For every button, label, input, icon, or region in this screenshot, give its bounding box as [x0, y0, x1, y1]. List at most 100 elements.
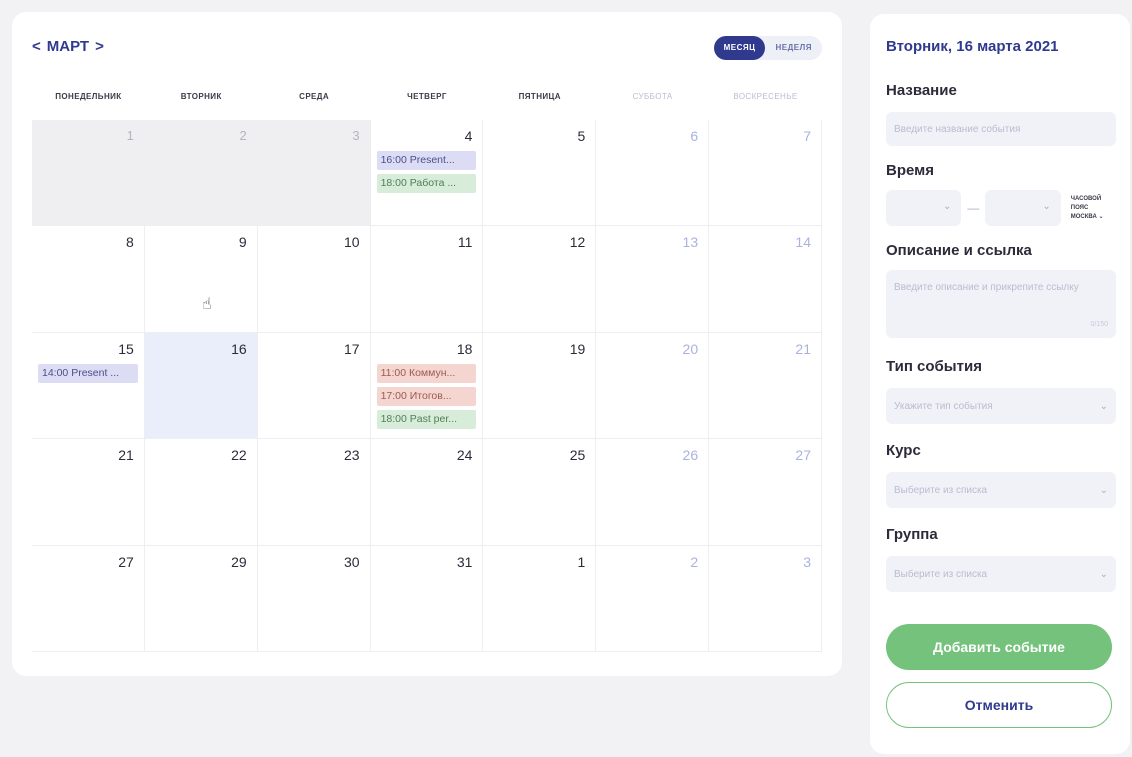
event-chip[interactable]: 17:00 Итогов... [376, 386, 477, 406]
day-cell[interactable]: 21 [32, 439, 145, 546]
group-label: Группа [886, 526, 938, 543]
day-cell[interactable]: 8 [32, 226, 145, 333]
day-cell[interactable]: 18 11:00 Коммун... 17:00 Итогов... 18:00 Pa… [370, 332, 484, 440]
weekday-label: ПЯТНИЦА [518, 92, 561, 101]
day-number: 1 [126, 128, 134, 143]
day-events: 11:00 Коммун... 17:00 Итогов... 18:00 Past… [376, 363, 477, 429]
day-cell[interactable]: 2 [144, 120, 258, 227]
day-cell[interactable]: 21 [709, 332, 822, 440]
weekday-label: СУББОТА [632, 92, 673, 101]
day-number: 6 [690, 128, 699, 144]
day-cell[interactable]: 14 [709, 226, 822, 333]
time-label: Время [886, 162, 934, 179]
day-cell[interactable]: 1 [32, 120, 145, 227]
day-cell[interactable]: 27 [709, 439, 822, 546]
chevron-down-icon: ⌄ [1042, 201, 1051, 212]
day-cell[interactable]: 7 [709, 120, 822, 227]
day-cell[interactable]: 16 [144, 332, 258, 440]
event-type-select[interactable]: Укажите тип события ⌄ [886, 388, 1116, 424]
calendar-header: < МАРТ > МЕСЯЦ НЕДЕЛЯ [32, 36, 822, 62]
day-cell[interactable]: 6 [596, 120, 710, 227]
day-number: 13 [682, 234, 699, 251]
day-events: 16:00 Present... 18:00 Работа ... [376, 151, 477, 193]
view-month-button[interactable]: МЕСЯЦ [713, 36, 766, 60]
day-number: 29 [231, 553, 247, 570]
day-cell[interactable]: 15 14:00 Present ... [32, 332, 145, 440]
day-cell[interactable]: 29 [144, 545, 258, 652]
day-cell[interactable]: 1 [483, 545, 597, 652]
day-cell[interactable]: 19 [483, 332, 597, 440]
day-cell[interactable]: 25 [483, 439, 597, 546]
chevron-down-icon: ⌄ [1099, 400, 1108, 412]
month-label: МАРТ [46, 38, 90, 55]
weekday-header-row: ПОНЕДЕЛЬНИК ВТОРНИК СРЕДА ЧЕТВЕРГ ПЯТНИЦА СУБ… [32, 92, 822, 101]
day-number: 16 [231, 340, 247, 357]
end-time-select[interactable]: ⌄ [985, 190, 1061, 226]
chevron-down-icon: ⌄ [1099, 484, 1108, 496]
day-cell[interactable]: 13 [596, 226, 710, 333]
time-separator: — [967, 201, 980, 215]
day-number: 17 [343, 340, 360, 357]
day-cell[interactable]: 3 [257, 120, 371, 227]
day-number: 14 [795, 234, 811, 251]
day-number: 3 [803, 553, 811, 570]
day-cell[interactable]: 30 [257, 545, 371, 652]
course-select[interactable]: Выберите из списка ⌄ [886, 472, 1116, 508]
description-textarea[interactable]: Введите описание и прикрепите ссылку 0/1… [886, 270, 1116, 338]
event-chip[interactable]: 18:00 Работа ... [376, 174, 477, 193]
group-placeholder: Выберите из списка [894, 568, 988, 580]
view-week-button[interactable]: НЕДЕЛЯ [765, 36, 822, 60]
event-type-label: Тип события [886, 358, 982, 375]
day-cell[interactable]: 4 16:00 Present... 18:00 Работа ... [370, 120, 484, 227]
cancel-button[interactable]: Отменить [886, 682, 1112, 728]
day-number: 19 [569, 340, 586, 357]
day-cell[interactable]: 2 [596, 545, 710, 652]
day-cell[interactable]: 20 [596, 332, 710, 440]
day-cell[interactable]: 26 [596, 439, 710, 546]
weekday-label: ВОСКРЕСЕНЬЕ [733, 92, 798, 101]
add-event-button[interactable]: Добавить событие [886, 624, 1112, 670]
event-chip[interactable]: 14:00 Present ... [38, 363, 138, 383]
day-cell[interactable]: 12 [483, 226, 597, 333]
weekday-label: ЧЕТВЕРГ [407, 92, 447, 101]
event-chip[interactable]: 11:00 Коммун... [376, 363, 477, 383]
weekday-label: СРЕДА [299, 92, 330, 101]
day-number: 25 [569, 447, 586, 464]
day-cell[interactable]: 3 [709, 545, 822, 652]
day-cell[interactable]: 9 [144, 226, 258, 333]
day-number: 2 [690, 553, 699, 570]
day-cell[interactable]: 23 [257, 439, 371, 546]
course-placeholder: Выберите из списка [894, 484, 988, 496]
start-time-select[interactable]: ⌄ [886, 190, 962, 226]
group-select[interactable]: Выберите из списка ⌄ [886, 556, 1116, 592]
day-cell[interactable]: 17 [257, 332, 371, 440]
event-name-input[interactable]: Введите название события [886, 112, 1116, 146]
chevron-right-icon[interactable]: > [95, 38, 104, 55]
event-chip[interactable]: 18:00 Past per... [376, 409, 477, 429]
day-number: 2 [239, 128, 247, 143]
day-cell[interactable]: 27 [32, 545, 145, 652]
timezone-select[interactable]: ЧАСОВОЙ ПОЯС МОСКВА ⌄ [1071, 195, 1120, 222]
day-cell[interactable]: 11 [370, 226, 484, 333]
calendar-card: < МАРТ > МЕСЯЦ НЕДЕЛЯ ПОНЕДЕЛЬНИК ВТОРНИК… [12, 12, 842, 676]
day-number: 23 [343, 447, 360, 464]
timezone-label: ЧАСОВОЙ ПОЯС [1070, 195, 1102, 211]
day-cell[interactable]: 10 [257, 226, 371, 333]
day-number: 20 [682, 340, 699, 357]
day-cell[interactable]: 5 [483, 120, 597, 227]
day-number: 15 [118, 340, 134, 357]
view-toggle: МЕСЯЦ НЕДЕЛЯ [713, 36, 822, 60]
hand-cursor-icon: ☝ [202, 296, 212, 313]
day-cell[interactable]: 24 [370, 439, 484, 546]
chevron-left-icon[interactable]: < [32, 38, 41, 55]
day-cell[interactable]: 31 [370, 545, 484, 652]
day-number: 10 [343, 234, 360, 251]
day-number: 1 [577, 553, 586, 570]
day-events: 14:00 Present ... [38, 363, 138, 383]
weekday-label: ВТОРНИК [180, 92, 222, 101]
event-chip[interactable]: 16:00 Present... [376, 151, 477, 170]
time-row: ⌄ — ⌄ ЧАСОВОЙ ПОЯС МОСКВА ⌄ [886, 190, 1120, 226]
day-number: 4 [464, 128, 473, 144]
event-form-panel: Вторник, 16 марта 2021 Название Введите … [870, 14, 1130, 754]
day-cell[interactable]: 22 [144, 439, 258, 546]
